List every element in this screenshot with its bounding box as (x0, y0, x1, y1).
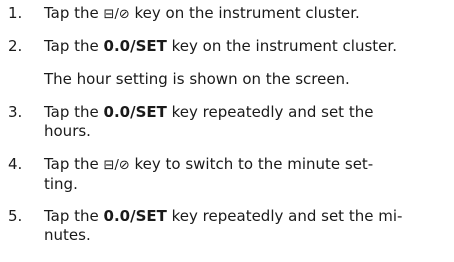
step-text-before: Tap the (44, 37, 104, 55)
step-result-note: The hour setting is shown on the screen. (44, 70, 350, 88)
step-number: 1. (8, 4, 23, 22)
set-key-label: 0.0/SET (103, 207, 167, 225)
step-text: Tap the ⊟/⊘ key on the instrument cluste… (44, 4, 449, 24)
step-text-before: Tap the (44, 207, 104, 225)
step-text-continued: nutes. (44, 226, 91, 244)
step-text: Tap the 0.0/SET key on the instrument cl… (44, 37, 449, 56)
step-text: Tap the 0.0/SET key repeatedly and set t… (44, 103, 449, 141)
step-text-after: key repeatedly and set the (166, 103, 374, 121)
step-text-continued: hours. (44, 122, 91, 140)
step-text-before: Tap the (44, 103, 104, 121)
step-text-before: Tap the (44, 155, 104, 173)
instruction-steps-list: 1. Tap the ⊟/⊘ key on the instrument clu… (0, 0, 454, 262)
step-number: 5. (8, 207, 23, 225)
step-text-after: key to switch to the minute set- (129, 155, 374, 173)
step-number: 2. (8, 37, 23, 55)
step-text-after: key on the instrument cluster. (129, 4, 360, 22)
step-text-continued: ting. (44, 175, 78, 193)
clock-key-icon: ⊟/⊘ (103, 158, 130, 173)
step-text-before: Tap the (44, 4, 104, 22)
step-number: 4. (8, 155, 23, 173)
step-number: 3. (8, 103, 23, 121)
step-text: Tap the ⊟/⊘ key to switch to the minute … (44, 155, 449, 194)
set-key-label: 0.0/SET (103, 37, 167, 55)
step-text-after: key repeatedly and set the mi- (166, 207, 403, 225)
set-key-label: 0.0/SET (103, 103, 167, 121)
clock-key-icon: ⊟/⊘ (103, 7, 130, 22)
step-text: Tap the 0.0/SET key repeatedly and set t… (44, 207, 449, 245)
step-text-after: key on the instrument cluster. (166, 37, 397, 55)
